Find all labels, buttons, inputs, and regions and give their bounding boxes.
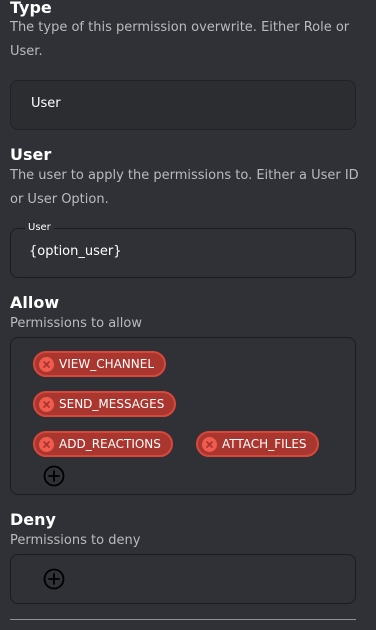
- allow-title: Allow: [10, 293, 60, 312]
- type-value: User: [31, 96, 61, 111]
- user-description: The user to apply the permissions to. Ei…: [10, 168, 359, 207]
- deny-description: Permissions to deny: [10, 533, 141, 548]
- remove-chip-icon[interactable]: [202, 436, 217, 452]
- remove-chip-icon[interactable]: [39, 356, 54, 372]
- chip-label: VIEW_CHANNEL: [59, 357, 155, 371]
- user-title: User: [10, 145, 52, 164]
- allow-description: Permissions to allow: [10, 316, 142, 331]
- type-select[interactable]: User: [10, 80, 356, 130]
- allow-chip[interactable]: ATTACH_FILES: [196, 431, 319, 457]
- type-description: The type of this permission overwrite. E…: [10, 20, 350, 59]
- user-field-label: User: [25, 221, 54, 235]
- allow-chip[interactable]: SEND_MESSAGES: [33, 391, 177, 417]
- chip-label: SEND_MESSAGES: [59, 397, 165, 411]
- user-field[interactable]: User {option_user}: [10, 221, 356, 278]
- deny-permissions-box: [10, 554, 356, 604]
- allow-permissions-box: VIEW_CHANNEL SEND_MESSAGES ADD_REACTIONS…: [10, 337, 356, 495]
- add-circle-icon[interactable]: [43, 465, 65, 487]
- remove-chip-icon[interactable]: [39, 436, 54, 452]
- add-circle-icon[interactable]: [43, 568, 65, 590]
- deny-title: Deny: [10, 510, 56, 529]
- allow-chip[interactable]: ADD_REACTIONS: [33, 431, 173, 457]
- chip-label: ATTACH_FILES: [222, 437, 307, 451]
- divider: [10, 619, 356, 620]
- chip-label: ADD_REACTIONS: [59, 437, 161, 451]
- user-input-value[interactable]: {option_user}: [29, 244, 122, 259]
- allow-chip[interactable]: VIEW_CHANNEL: [33, 351, 167, 377]
- remove-chip-icon[interactable]: [39, 396, 54, 412]
